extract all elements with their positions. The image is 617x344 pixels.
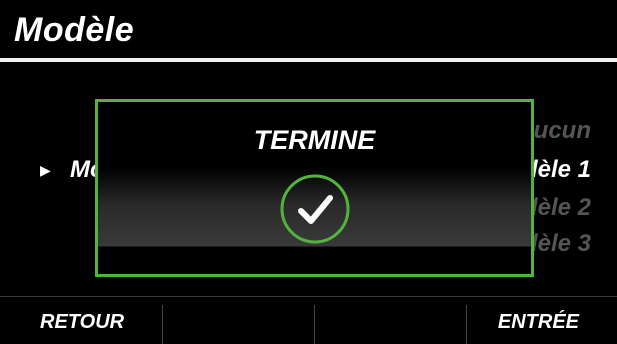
softkey-divider: [466, 305, 467, 344]
enter-button[interactable]: ENTRÉE: [498, 307, 579, 337]
page-title: Modèle: [14, 11, 135, 49]
selection-arrow-icon: ▶: [40, 162, 51, 178]
softkey-divider: [314, 305, 315, 344]
back-button[interactable]: RETOUR: [40, 307, 124, 337]
checkmark-icon: [280, 174, 350, 244]
softkey-bar: RETOUR ENTRÉE: [0, 296, 617, 344]
confirmation-popup: TERMINE: [95, 99, 534, 277]
softkey-divider: [162, 305, 163, 344]
popup-title: TERMINE: [253, 125, 376, 155]
device-screen: Modèle Aucun ▶ Modèle Modèle 1 Modèle 2 …: [0, 0, 617, 344]
header: Modèle: [0, 0, 617, 62]
